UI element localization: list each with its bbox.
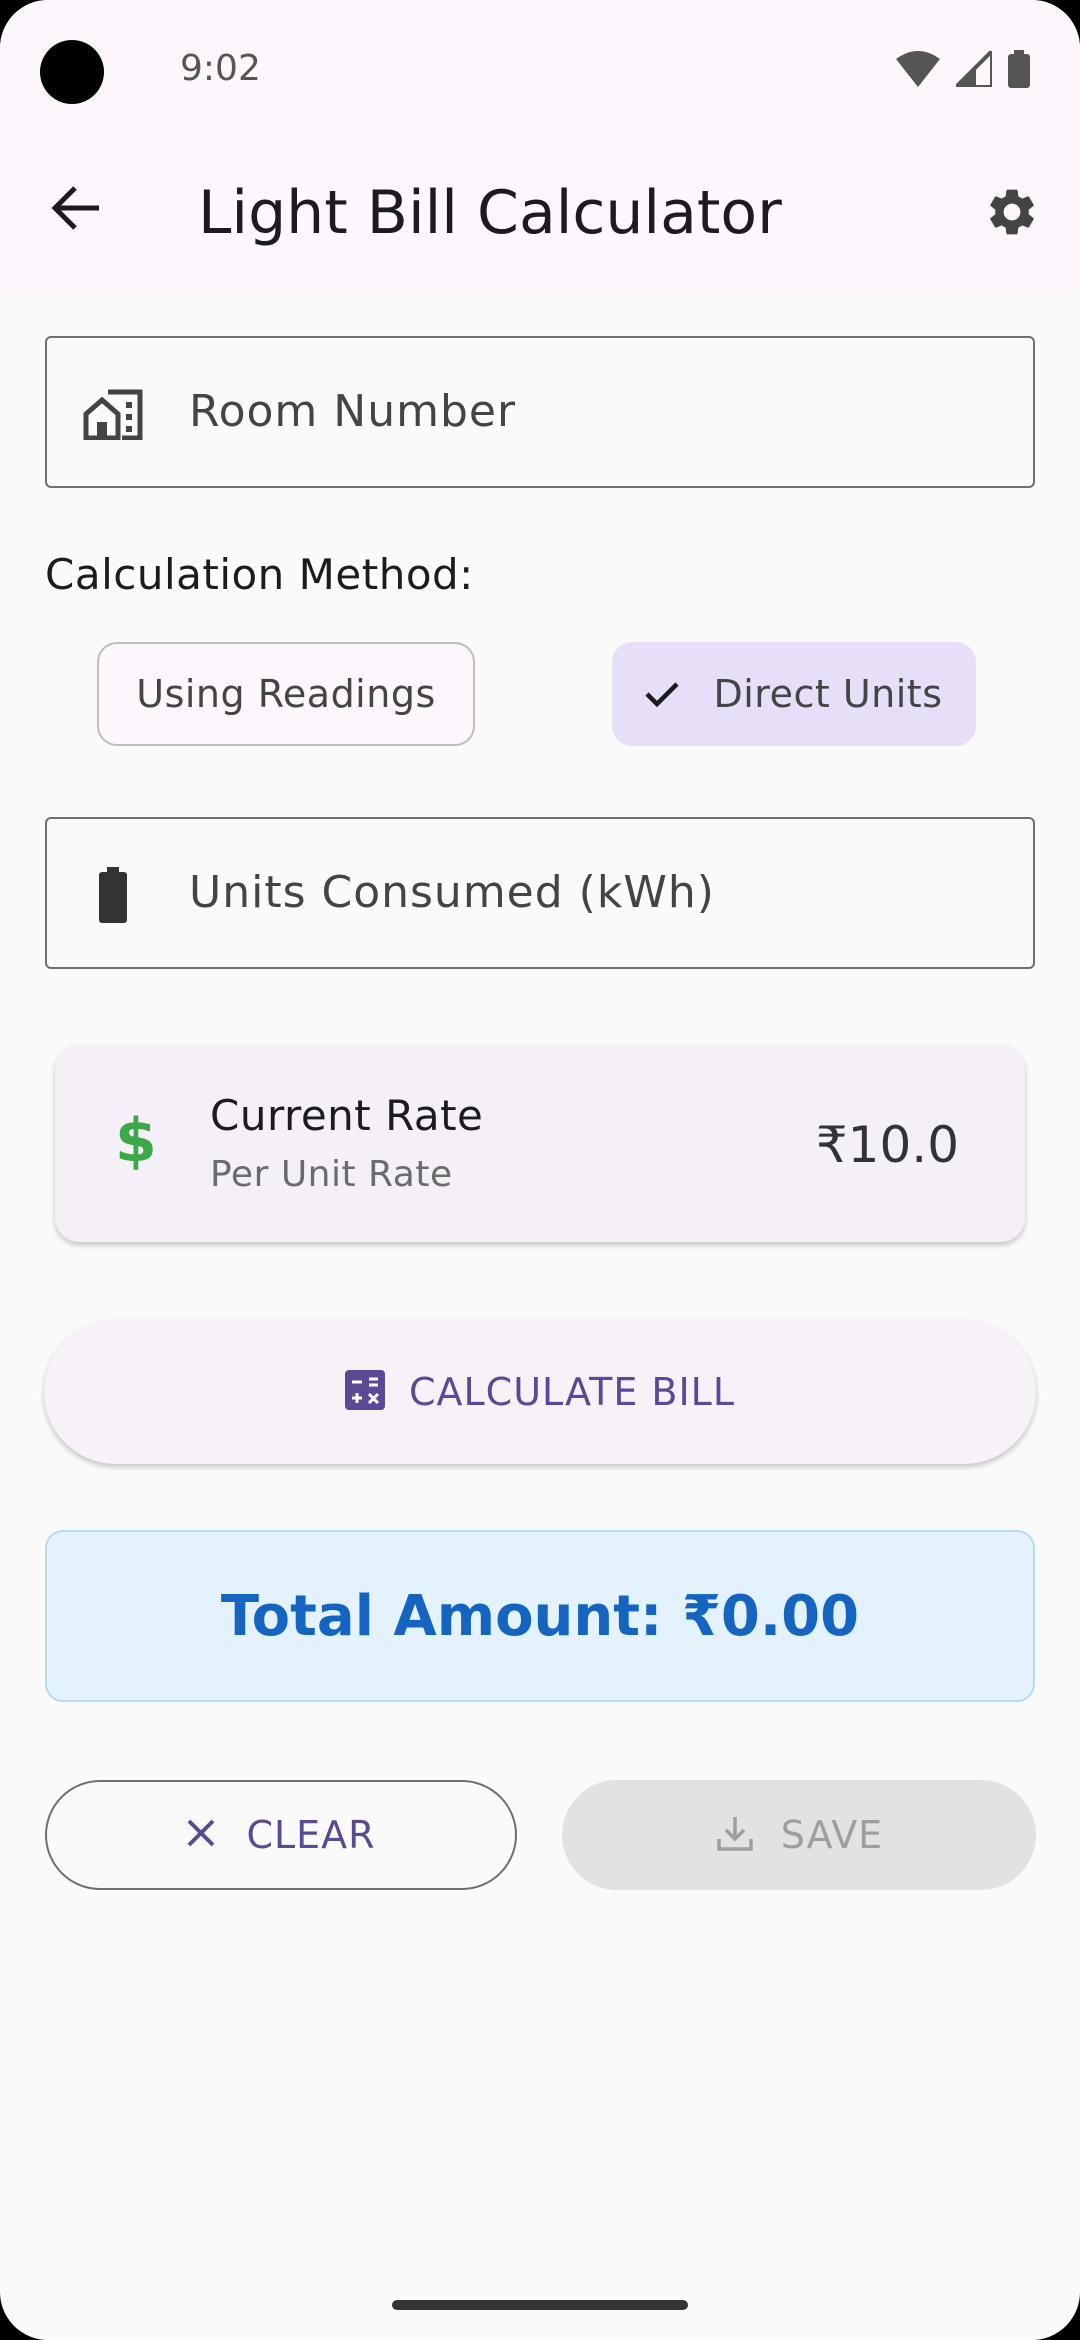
download-icon xyxy=(715,1813,755,1857)
signal-icon xyxy=(951,46,994,91)
save-label: SAVE xyxy=(780,1813,884,1857)
option-direct-units-label: Direct Units xyxy=(713,672,943,716)
current-rate-card: $ Current Rate Per Unit Rate ₹10.0 xyxy=(55,1046,1025,1242)
room-number-field[interactable]: Room Number xyxy=(45,336,1035,488)
clear-button[interactable]: CLEAR xyxy=(45,1780,517,1890)
room-number-placeholder: Room Number xyxy=(189,386,517,437)
check-icon xyxy=(645,681,680,707)
dollar-icon: $ xyxy=(115,1106,157,1176)
calculate-bill-button[interactable]: CALCULATE BILL xyxy=(44,1320,1036,1464)
rate-subtitle: Per Unit Rate xyxy=(210,1154,453,1195)
rate-value: ₹10.0 xyxy=(815,1116,959,1174)
total-amount-box: Total Amount: ₹0.00 xyxy=(45,1530,1035,1702)
calculation-method-label: Calculation Method: xyxy=(45,550,474,599)
total-amount-text: Total Amount: ₹0.00 xyxy=(220,1583,860,1649)
battery-icon xyxy=(81,863,145,927)
save-button[interactable]: SAVE xyxy=(562,1780,1036,1890)
gear-icon[interactable] xyxy=(980,180,1044,244)
top-app-bar: 9:02 Light Bill Calculator xyxy=(0,0,1080,292)
clear-label: CLEAR xyxy=(246,1813,376,1857)
app-screen: 9:02 Light Bill Calculator Room Number C… xyxy=(0,0,1080,2340)
status-time: 9:02 xyxy=(180,48,261,89)
camera-cutout xyxy=(40,40,104,104)
back-arrow-icon[interactable] xyxy=(44,176,108,240)
units-consumed-field[interactable]: Units Consumed (kWh) xyxy=(45,817,1035,969)
close-icon xyxy=(186,1818,216,1852)
option-using-readings-label: Using Readings xyxy=(136,672,436,716)
wifi-icon xyxy=(896,51,940,91)
building-icon xyxy=(81,382,145,446)
home-indicator[interactable] xyxy=(392,2300,688,2310)
battery-icon xyxy=(1008,50,1030,92)
calculate-bill-label: CALCULATE BILL xyxy=(408,1370,736,1414)
option-direct-units[interactable]: Direct Units xyxy=(612,642,976,746)
rate-title: Current Rate xyxy=(210,1091,484,1140)
units-consumed-placeholder: Units Consumed (kWh) xyxy=(189,867,715,918)
calculator-icon xyxy=(344,1370,385,1414)
option-using-readings[interactable]: Using Readings xyxy=(97,642,475,746)
page-title: Light Bill Calculator xyxy=(198,178,782,248)
status-icons xyxy=(896,46,1030,92)
